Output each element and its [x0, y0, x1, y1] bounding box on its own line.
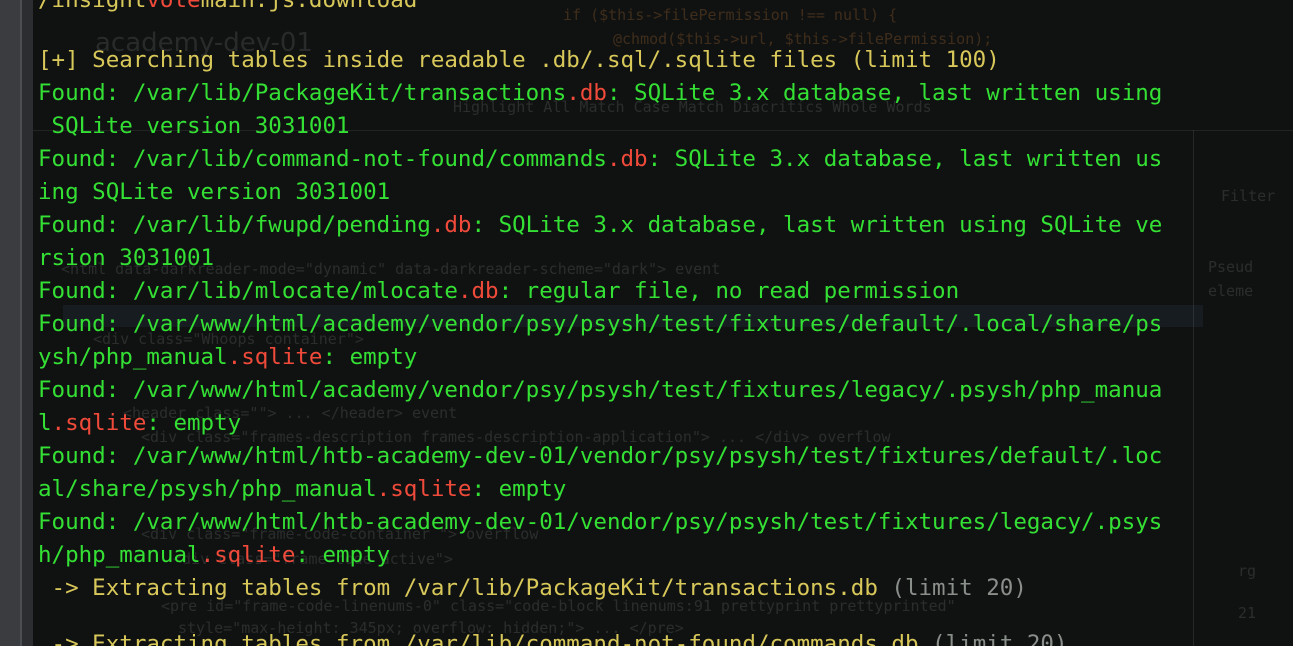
- found-path: Found: /var/www/html/htb-academy-dev-01/…: [38, 443, 1163, 469]
- found-description: : empty: [322, 344, 418, 370]
- file-extension: .db: [606, 146, 648, 172]
- ghost-code-line: if ($this->filePermission !== null) {: [563, 6, 898, 24]
- gutter-divider: [20, 0, 22, 646]
- partial-text: main.js.download: [200, 0, 418, 13]
- found-line-wrap: ysh/php_manual.sqlite: empty: [38, 341, 417, 374]
- file-extension: .sqlite: [227, 344, 323, 370]
- found-path: h/php_manual: [38, 542, 201, 568]
- found-line-wrap: l.sqlite: empty: [38, 407, 241, 440]
- found-line: Found: /var/lib/PackageKit/transactions.…: [38, 77, 1162, 110]
- found-line: Found: /var/www/html/htb-academy-dev-01/…: [38, 506, 1162, 539]
- found-line: Found: /var/www/html/academy/vendor/psy/…: [38, 374, 1162, 407]
- found-description: SQLite version 3031001: [38, 113, 350, 139]
- search-header-text: Searching tables inside readable .db/.sq…: [78, 47, 1000, 73]
- found-description: rsion 3031001: [38, 245, 215, 271]
- found-path: l: [38, 410, 52, 436]
- extracting-label: -> Extracting tables from: [38, 631, 404, 646]
- ghost-side-text: 21: [1238, 604, 1257, 622]
- extracting-limit: (limit 20): [877, 575, 1027, 601]
- found-description: : empty: [146, 410, 242, 436]
- file-extension: .db: [457, 278, 499, 304]
- extracting-line-partial: -> Extracting tables from /var/lib/comma…: [38, 628, 1068, 646]
- extracting-path: /var/lib/PackageKit/transactions.db: [403, 575, 878, 601]
- terminal-pane[interactable]: academy-dev-01 if ($this->filePermission…: [33, 0, 1293, 646]
- found-line-wrap: ing SQLite version 3031001: [38, 176, 390, 209]
- found-line: Found: /var/www/html/htb-academy-dev-01/…: [38, 440, 1162, 473]
- found-path: al/share/psysh/php_manual: [38, 476, 377, 502]
- found-description: : empty: [295, 542, 391, 568]
- found-path: Found: /var/lib/command-not-found/comman…: [38, 146, 607, 172]
- found-path: Found: /var/lib/fwupd/pending: [38, 212, 431, 238]
- found-line-wrap: SQLite version 3031001: [38, 110, 350, 143]
- found-line: Found: /var/lib/fwupd/pending.db: SQLite…: [38, 209, 1162, 242]
- file-extension: .sqlite: [51, 410, 147, 436]
- file-extension: .sqlite: [200, 542, 296, 568]
- found-line-wrap: al/share/psysh/php_manual.sqlite: empty: [38, 473, 566, 506]
- extracting-line: -> Extracting tables from /var/lib/Packa…: [38, 572, 1027, 605]
- ghost-side-text: Pseud: [1208, 258, 1254, 276]
- file-extension: .db: [566, 80, 607, 106]
- found-line: Found: /var/lib/command-not-found/comman…: [38, 143, 1162, 176]
- plus-marker: [+]: [38, 47, 79, 73]
- found-description: : SQLite 3.x database, last written us: [647, 146, 1163, 172]
- ghost-filter: Filter: [1221, 187, 1276, 205]
- found-description: : empty: [471, 476, 567, 502]
- ghost-side-text: eleme: [1208, 282, 1254, 300]
- extracting-label: -> Extracting tables from: [38, 575, 404, 601]
- found-path: Found: /var/www/html/academy/vendor/psy/…: [38, 377, 1163, 403]
- found-path: Found: /var/lib/PackageKit/transactions: [38, 80, 567, 106]
- output-line-partial: /insightvotemain.js.download: [38, 0, 417, 17]
- found-line: Found: /var/lib/mlocate/mlocate.db: regu…: [38, 275, 959, 308]
- found-path: Found: /var/lib/mlocate/mlocate: [38, 278, 458, 304]
- file-extension: .sqlite: [376, 476, 472, 502]
- found-description: ing SQLite version 3031001: [38, 179, 391, 205]
- found-line-wrap: rsion 3031001: [38, 242, 214, 275]
- ghost-side-text: rg: [1238, 562, 1257, 580]
- partial-highlight: vote: [146, 0, 201, 13]
- found-path: ysh/php_manual: [38, 344, 228, 370]
- found-description: : SQLite 3.x database, last written usin…: [606, 80, 1163, 106]
- partial-text: /insight: [38, 0, 147, 13]
- found-line-wrap: h/php_manual.sqlite: empty: [38, 539, 390, 572]
- file-extension: .db: [430, 212, 472, 238]
- found-line: Found: /var/www/html/academy/vendor/psy/…: [38, 308, 1162, 341]
- found-description: : regular file, no read permission: [498, 278, 960, 304]
- search-header-line: [+] Searching tables inside readable .db…: [38, 44, 1000, 77]
- extracting-path: /var/lib/command-not-found/commands.db: [403, 631, 919, 646]
- extracting-limit: (limit 20): [918, 631, 1068, 646]
- found-path: Found: /var/www/html/academy/vendor/psy/…: [38, 311, 1163, 337]
- found-description: : SQLite 3.x database, last written usin…: [471, 212, 1163, 238]
- found-path: Found: /var/www/html/htb-academy-dev-01/…: [38, 509, 1163, 535]
- editor-gutter: [0, 0, 22, 646]
